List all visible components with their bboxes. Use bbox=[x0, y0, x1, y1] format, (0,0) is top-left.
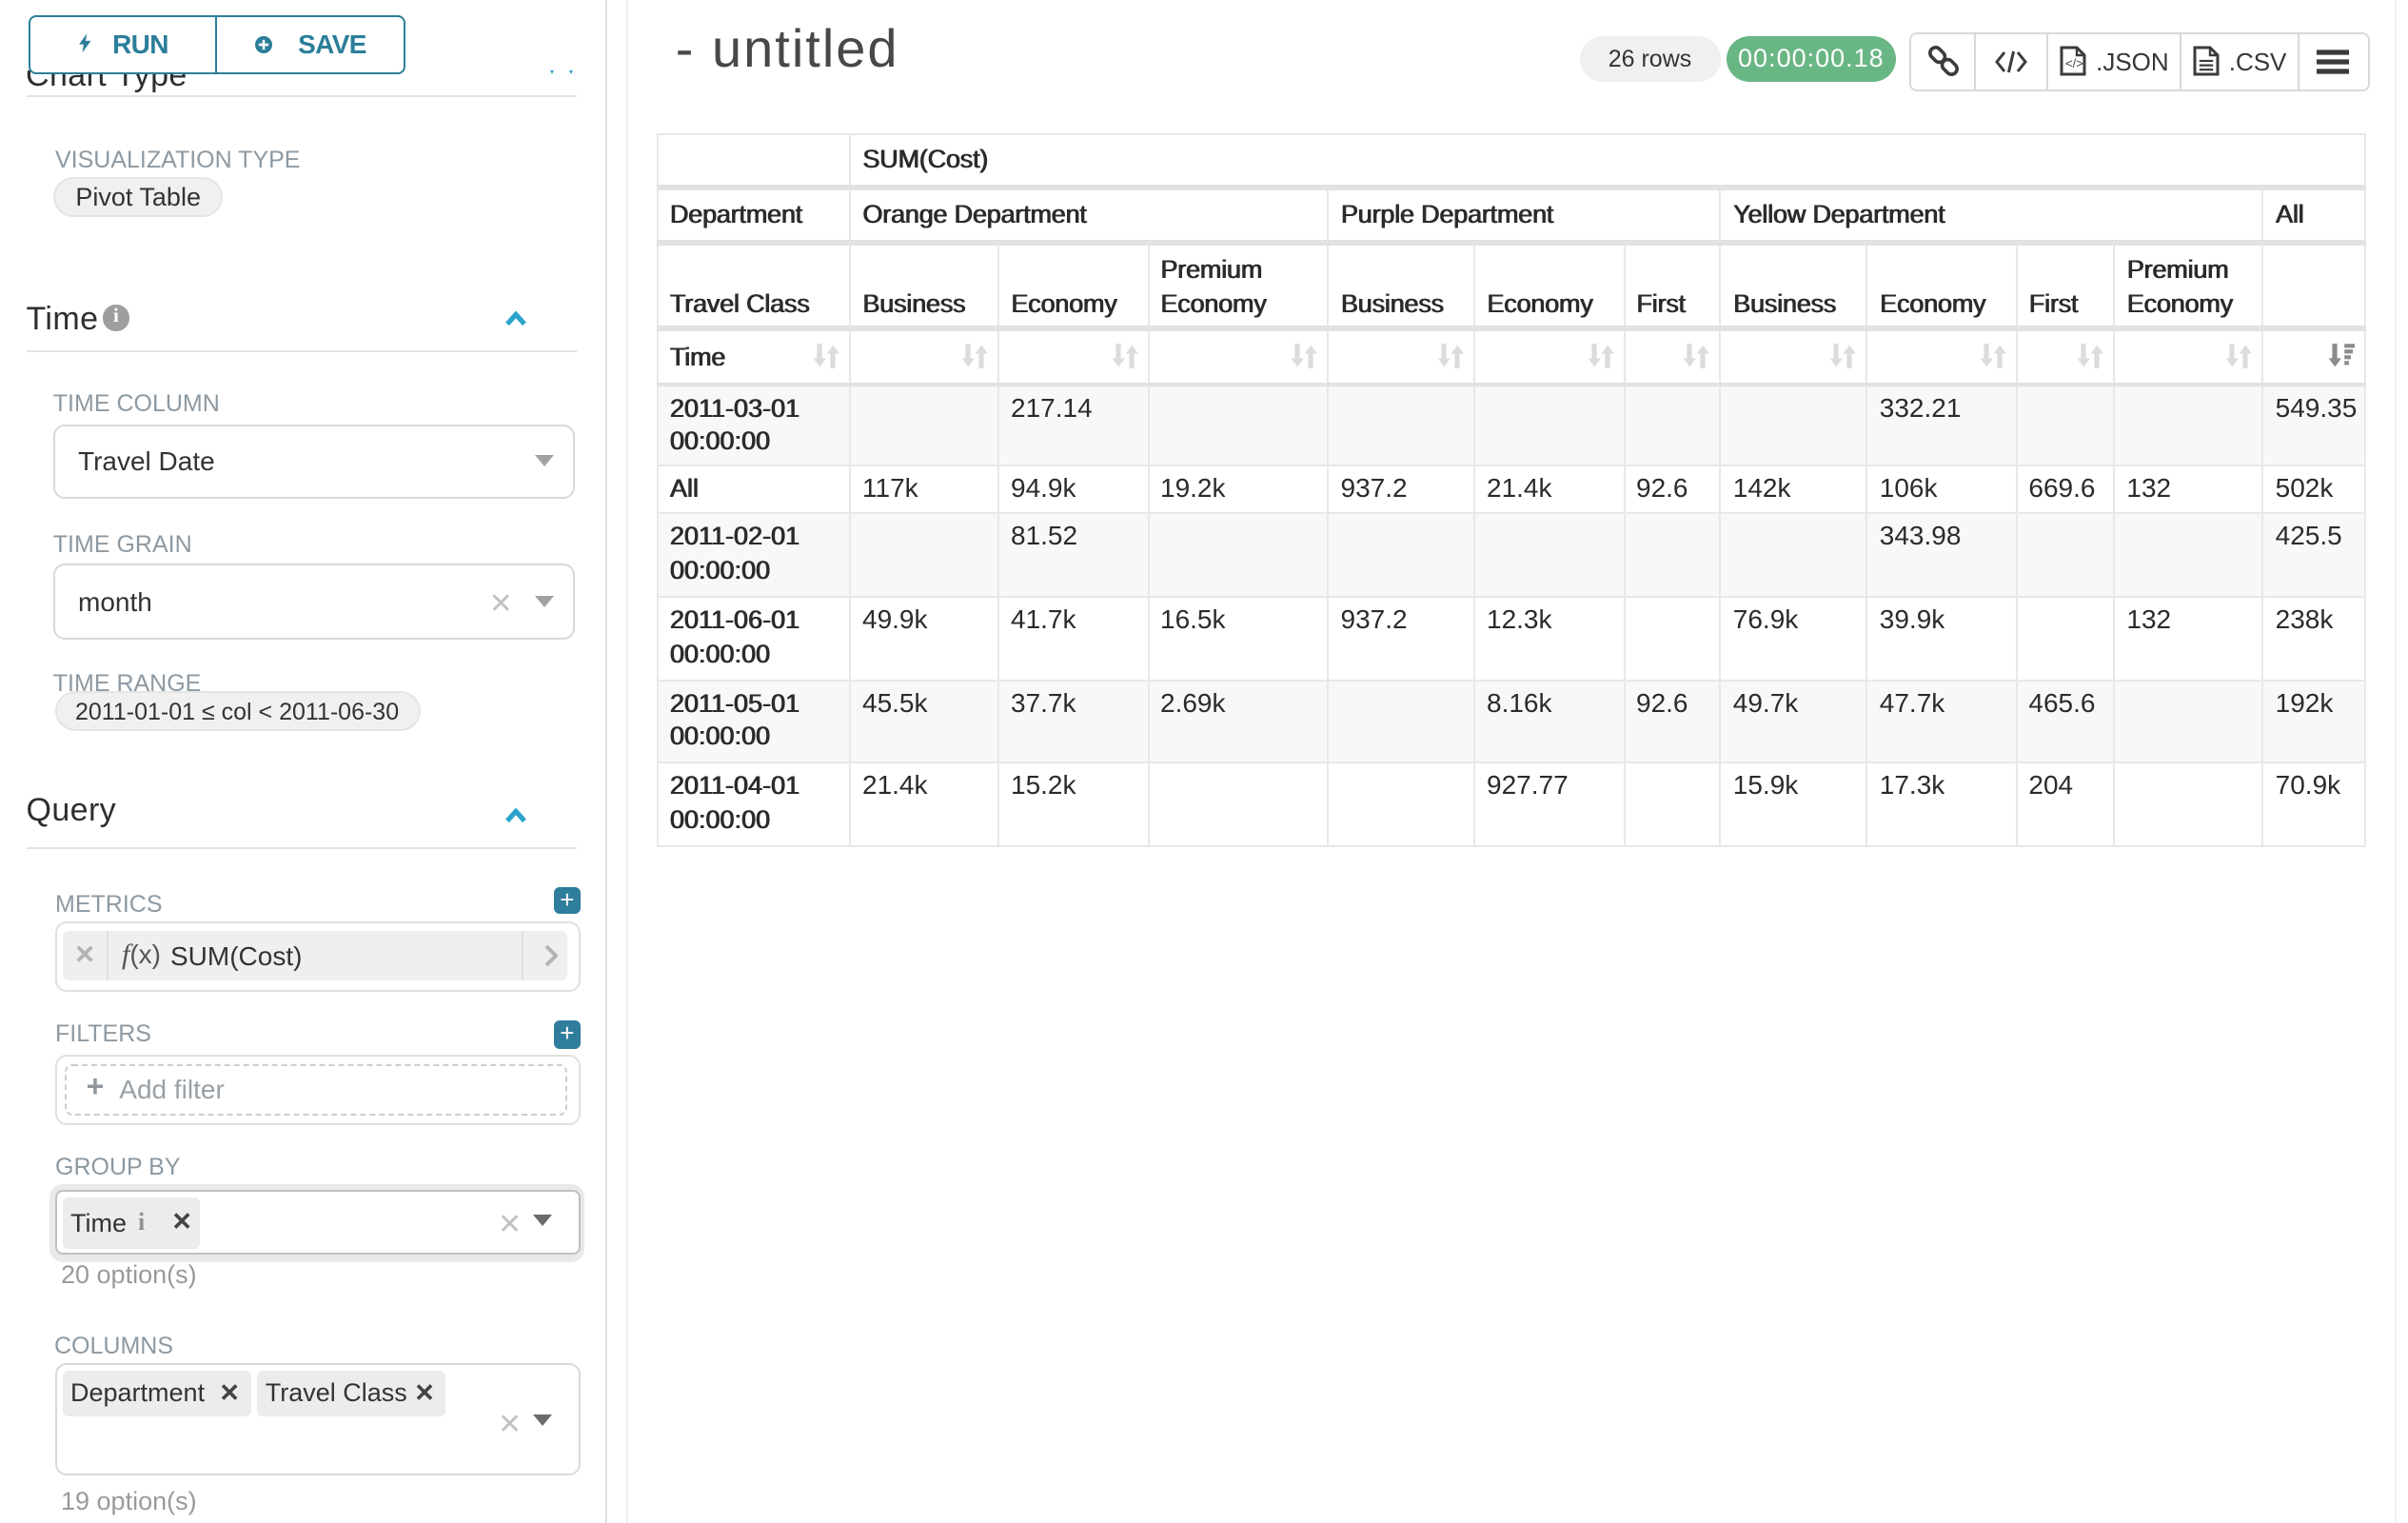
svg-text:</>: </> bbox=[2065, 57, 2083, 71]
